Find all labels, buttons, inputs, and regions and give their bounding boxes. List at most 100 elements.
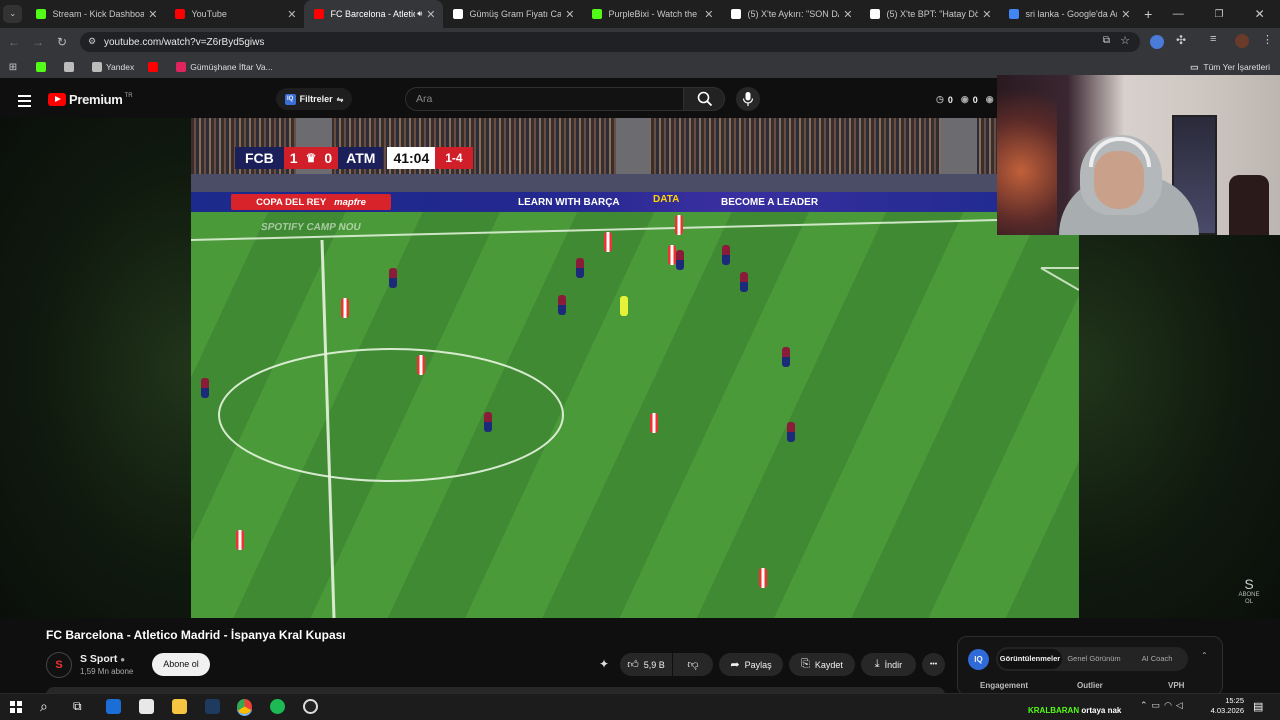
iq-column-vph: VPH <box>1168 681 1185 690</box>
ticker-text: ortaya nak <box>1081 706 1122 715</box>
file-explorer-icon[interactable] <box>172 699 187 714</box>
all-bookmarks-folder[interactable]: ▭ Tüm Yer İşaretleri <box>1189 62 1270 72</box>
install-icon[interactable]: ⧉ <box>1103 35 1110 46</box>
thumbs-up-icon: 👍︎ <box>627 659 639 671</box>
bookmark-item[interactable]: Yandex <box>92 62 134 72</box>
player <box>484 412 492 432</box>
player <box>782 347 790 367</box>
windows-start-icon[interactable] <box>10 701 22 713</box>
browser-tab[interactable]: PurpleBixi - Watch the VO ✕ <box>582 0 721 28</box>
new-tab-button[interactable]: + <box>1138 6 1157 22</box>
dislike-button[interactable]: 👎︎ <box>673 653 713 676</box>
save-button[interactable]: ⎘ Kaydet <box>789 653 855 676</box>
restore-button[interactable]: ❐ <box>1199 9 1240 20</box>
audio-playing-icon[interactable]: 🔊︎ <box>417 9 422 19</box>
youtube-icon <box>148 62 159 72</box>
close-tab-icon[interactable]: ✕ <box>843 8 852 21</box>
bookmark-item[interactable] <box>148 62 162 72</box>
reload-icon[interactable]: ↻ <box>50 35 74 49</box>
hamburger-menu-icon[interactable] <box>18 92 31 110</box>
like-count: 5,9 B <box>643 659 665 670</box>
task-view-icon[interactable]: ⧉ <box>73 699 82 714</box>
player <box>787 422 795 442</box>
taskbar-search-icon[interactable]: ⌕ <box>40 698 48 715</box>
tab-title: (5) X'te BPT: "Hatay Dörty <box>886 9 979 19</box>
site-info-icon[interactable]: ⚙ <box>88 36 96 47</box>
chrome-taskbar-icon[interactable] <box>237 699 252 714</box>
close-tab-icon[interactable]: ✕ <box>426 8 435 21</box>
browser-tab[interactable]: FC Barcelona - Atletico 🔊︎ ✕ <box>304 0 444 28</box>
collapse-chevron-icon[interactable]: ⌃ <box>1201 651 1208 660</box>
bookmark-item[interactable] <box>64 62 78 72</box>
extension-icon[interactable] <box>1150 35 1164 49</box>
close-tab-icon[interactable]: ✕ <box>704 8 713 21</box>
puzzle-icon[interactable]: ✣ <box>1176 33 1186 47</box>
spotify-icon[interactable] <box>270 699 285 714</box>
more-actions-button[interactable]: ••• <box>922 653 945 676</box>
close-tab-icon[interactable]: ✕ <box>1121 8 1130 21</box>
bookmark-item[interactable] <box>36 62 50 72</box>
iq-badge[interactable]: IQ <box>968 649 989 670</box>
filters-button[interactable]: IQ Filtreler ⇋ <box>276 88 352 110</box>
tab-search-button[interactable]: ⌄ <box>3 5 23 23</box>
address-bar[interactable]: ⚙ youtube.com/watch?v=Z6rByd5giws ⧉ ☆ <box>80 32 1140 52</box>
player <box>650 413 658 433</box>
taskbar-clock[interactable]: 15:25 4.03.2026 <box>1198 696 1244 716</box>
profile-avatar[interactable] <box>1235 34 1249 48</box>
pitch-lines <box>191 217 1079 618</box>
steam-icon[interactable] <box>205 699 220 714</box>
cup-icon: ♛ <box>305 151 317 165</box>
browser-tab[interactable]: YouTube ✕ <box>165 0 304 28</box>
back-arrow-icon[interactable]: ← <box>2 35 26 49</box>
like-button[interactable]: 👍︎ 5,9 B <box>620 653 672 676</box>
voice-search-button[interactable] <box>736 87 760 111</box>
volume-icon: ◁ <box>1175 700 1187 710</box>
search-button[interactable] <box>683 87 725 111</box>
iq-tab-overview[interactable]: Genel Görünüm <box>1066 649 1122 669</box>
media-control-icon[interactable]: ≡ <box>1210 33 1216 45</box>
filters-label: Filtreler <box>299 94 333 104</box>
bookmark-item[interactable]: Gümüşhane İftar Va... <box>176 62 273 72</box>
search-input[interactable]: Ara <box>405 87 683 111</box>
channel-name[interactable]: S Sport ● <box>80 653 125 665</box>
gift-icon[interactable]: ✦ <box>599 657 609 671</box>
forward-arrow-icon[interactable]: → <box>26 35 50 49</box>
star-icon[interactable]: ☆ <box>1120 34 1130 47</box>
close-window-button[interactable]: ✕ <box>1239 7 1280 21</box>
store-icon[interactable] <box>139 699 154 714</box>
player <box>236 530 244 550</box>
microphone-icon <box>742 92 754 106</box>
system-tray[interactable]: ⌃▭◠◁ <box>1140 700 1187 711</box>
iq-tab-views[interactable]: Görüntülenmeler <box>998 649 1062 669</box>
logo-text: Premium <box>69 92 123 107</box>
share-button[interactable]: ➦ Paylaş <box>719 653 783 676</box>
youtube-premium-logo[interactable]: Premium TR <box>48 92 133 107</box>
browser-tab[interactable]: (5) X'te BPT: "Hatay Dörty✕ <box>860 0 999 28</box>
subscribe-button[interactable]: Abone ol <box>152 653 210 676</box>
channel-avatar[interactable]: S <box>46 652 72 678</box>
apps-grid-icon[interactable]: ⊞ <box>0 62 26 73</box>
browser-tab[interactable]: (5) X'te Aykırı: "SON DAKİ ✕ <box>721 0 860 28</box>
iq-tab-ai-coach[interactable]: AI Coach <box>1130 649 1184 669</box>
close-tab-icon[interactable]: ✕ <box>287 8 296 21</box>
video-player[interactable]: COPA DEL REY mapfre LEARN WITH BARÇA DAT… <box>191 118 1079 618</box>
notification-icon[interactable]: ▤ <box>1253 700 1263 713</box>
close-tab-icon[interactable]: ✕ <box>982 8 991 21</box>
app-icon-1[interactable] <box>106 699 121 714</box>
browser-menu-icon[interactable]: ⋮ <box>1262 33 1273 46</box>
browser-tab[interactable]: Stream - Kick Dashboard ✕ <box>26 0 165 28</box>
player <box>759 568 767 588</box>
close-tab-icon[interactable]: ✕ <box>565 8 574 21</box>
close-tab-icon[interactable]: ✕ <box>148 8 157 21</box>
minimize-button[interactable]: — <box>1158 8 1199 20</box>
scoreboard-home: FCB <box>235 147 284 169</box>
tray-chevron-icon: ⌃ <box>1140 700 1152 710</box>
browser-tab[interactable]: sri lanka - Google'da Ara ✕ <box>999 0 1138 28</box>
obs-icon[interactable] <box>303 699 318 714</box>
download-button[interactable]: ⤓ İndir <box>861 653 916 676</box>
all-bookmarks-label: Tüm Yer İşaretleri <box>1203 62 1270 72</box>
player <box>558 295 566 315</box>
browser-tab[interactable]: Gümüş Gram Fiyatı Canlı✕ <box>443 0 582 28</box>
scoreboard-score: 1 ♛ 0 <box>283 147 339 169</box>
subscribe-watermark[interactable]: S ABONE OL <box>1236 576 1262 606</box>
